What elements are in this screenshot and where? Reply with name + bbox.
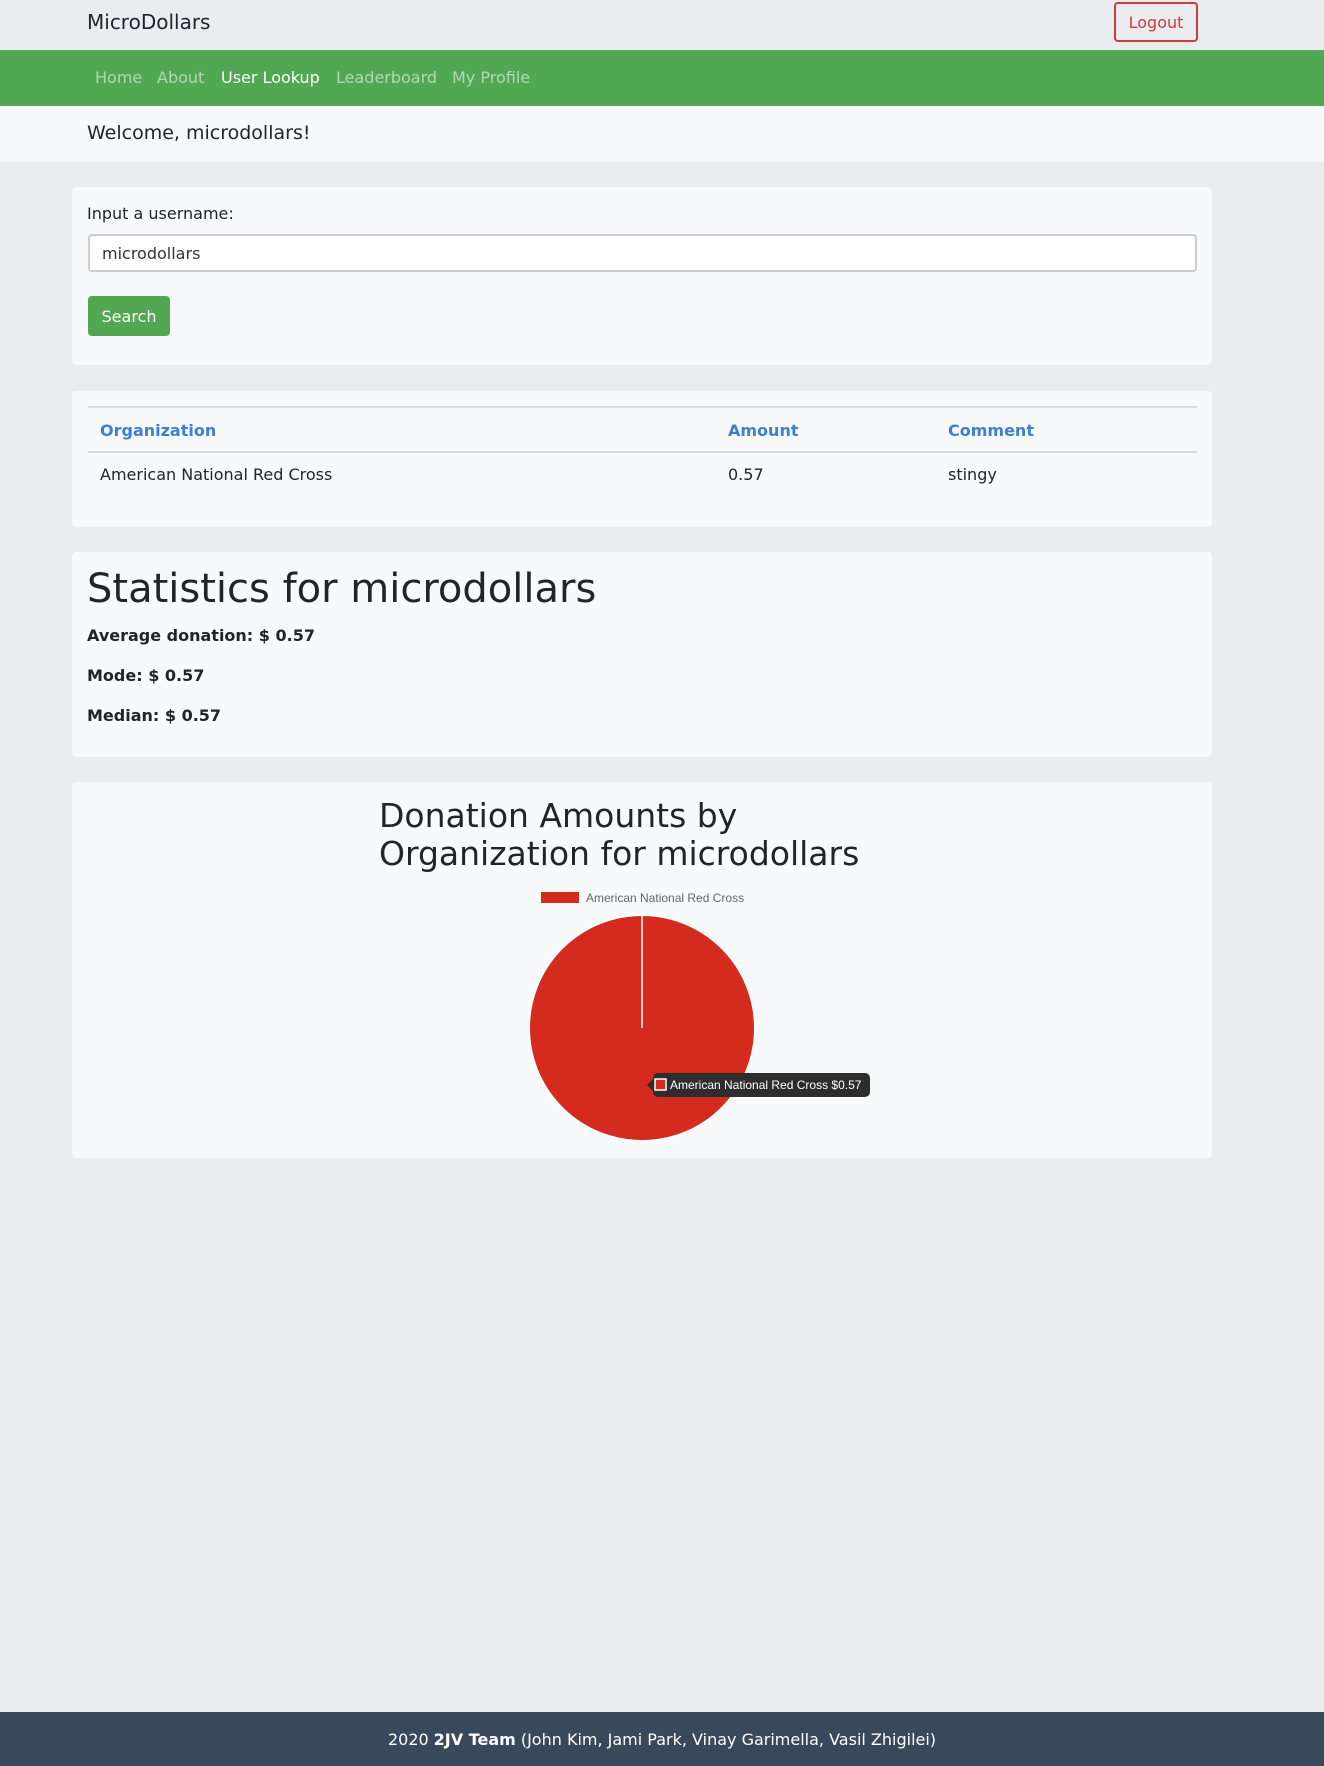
nav-leaderboard[interactable]: Leaderboard xyxy=(336,68,437,87)
median-donation: Median: $ 0.57 xyxy=(87,706,222,725)
cell-comment: stingy xyxy=(948,465,997,484)
footer: 2020 2JV Team (John Kim, Jami Park, Vina… xyxy=(0,1712,1324,1766)
footer-members: (John Kim, Jami Park, Vinay Garimella, V… xyxy=(520,1729,937,1749)
mode-donation: Mode: $ 0.57 xyxy=(87,666,205,685)
nav-about[interactable]: About xyxy=(157,68,204,87)
legend-swatch[interactable] xyxy=(541,892,579,903)
tooltip-label: American National Red Cross $0.57 xyxy=(670,1078,862,1092)
nav-user-lookup[interactable]: User Lookup xyxy=(221,68,320,87)
average-donation: Average donation: $ 0.57 xyxy=(87,626,315,645)
cell-amount: 0.57 xyxy=(728,465,764,484)
nav-my-profile[interactable]: My Profile xyxy=(452,68,530,87)
tooltip-swatch xyxy=(654,1078,667,1091)
pie-chart: American National Red Cross American Nat… xyxy=(528,891,870,1142)
statistics-title: Statistics for microdollars xyxy=(87,566,597,612)
cell-organization: American National Red Cross xyxy=(100,465,333,484)
legend-label[interactable]: American National Red Cross xyxy=(586,891,744,905)
main-nav: Home About User Lookup Leaderboard My Pr… xyxy=(0,50,1324,106)
footer-team: 2JV Team xyxy=(433,1729,516,1749)
column-header-comment[interactable]: Comment xyxy=(948,421,1034,440)
username-label: Input a username: xyxy=(87,204,234,223)
statistics-card: Statistics for microdollars Average dona… xyxy=(72,552,1212,757)
search-button[interactable]: Search xyxy=(88,296,170,336)
table-row: American National Red Cross 0.57 stingy xyxy=(88,453,1197,499)
logout-button[interactable]: Logout xyxy=(1114,2,1198,42)
nav-home[interactable]: Home xyxy=(95,68,142,87)
column-header-amount[interactable]: Amount xyxy=(728,421,798,440)
welcome-bar: Welcome, microdollars! xyxy=(0,106,1324,162)
welcome-message: Welcome, microdollars! xyxy=(87,122,311,144)
search-card: Input a username: Search xyxy=(72,187,1212,365)
donations-table: Organization Amount Comment American Nat… xyxy=(88,406,1197,499)
table-header: Organization Amount Comment xyxy=(88,406,1197,453)
chart-card: Donation Amounts by Organization for mic… xyxy=(72,782,1212,1158)
username-input[interactable] xyxy=(88,234,1197,272)
donations-table-card: Organization Amount Comment American Nat… xyxy=(72,391,1212,527)
column-header-organization[interactable]: Organization xyxy=(100,421,216,440)
brand-logo[interactable]: MicroDollars xyxy=(87,10,210,34)
footer-year: 2020 xyxy=(387,1729,429,1749)
top-header: MicroDollars Logout xyxy=(0,0,1324,50)
chart-tooltip: American National Red Cross $0.57 xyxy=(647,1073,870,1097)
